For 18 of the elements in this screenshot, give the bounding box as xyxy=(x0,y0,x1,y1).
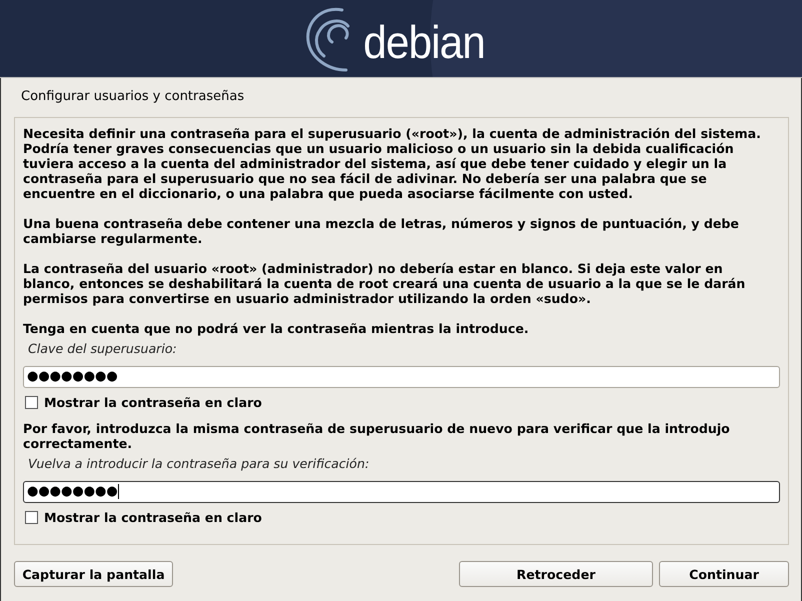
logo-text: debian xyxy=(363,18,485,64)
continue-button[interactable]: Continuar xyxy=(659,561,789,587)
paragraph: Necesita definir una contraseña para el superusuario («root»), la cuenta de administración del sistema. Podría tener graves consecuencias que un usuario malicioso o un usuario sin la debida cualificación tuviera acceso a la cuenta del administrador del sistema, así que debe tener cuidado y elegir un la contraseña para el superusuario que no sea fácil de adivinar. No debería ser una palabra que se encuentre en el diccionario, o una palabra que pueda asociarse fácilmente con usted. xyxy=(23,126,762,201)
field-label: Clave del superusuario: xyxy=(28,341,178,356)
password-field[interactable]: ●●●●●●●● xyxy=(23,481,780,503)
checkbox-label[interactable]: Mostrar la contraseña en claro xyxy=(44,510,262,524)
checkbox[interactable] xyxy=(25,396,38,408)
checkbox[interactable] xyxy=(25,510,38,524)
page-title: Configurar usuarios y contraseñas xyxy=(21,89,246,106)
password-field[interactable]: ●●●●●●●● xyxy=(23,366,780,388)
screenshot-button[interactable]: Capturar la pantalla xyxy=(14,561,173,587)
paragraph: Por favor, introduzca la misma contraseña de superusuario de nuevo para verificar que la introdujo correctamente. xyxy=(23,421,731,451)
field-label: Vuelva a introducir la contraseña para su verificación: xyxy=(28,456,370,471)
paragraph: La contraseña del usuario «root» (administrador) no debería estar en blanco. Si deja este valor en blanco, entonces se deshabilitará la cuenta de root creará una cuenta de usuario a la que se le darán permisos para convertirse en usuario administrador utilizando la orden «sudo». xyxy=(23,261,746,306)
back-button[interactable]: Retroceder xyxy=(459,561,653,587)
paragraph: Una buena contraseña debe contener una mezcla de letras, números y signos de puntuación, y debe cambiarse regularmente. xyxy=(23,216,740,246)
paragraph: Tenga en cuenta que no podrá ver la contraseña mientras la introduce. xyxy=(23,321,530,336)
checkbox-label[interactable]: Mostrar la contraseña en claro xyxy=(44,394,262,410)
